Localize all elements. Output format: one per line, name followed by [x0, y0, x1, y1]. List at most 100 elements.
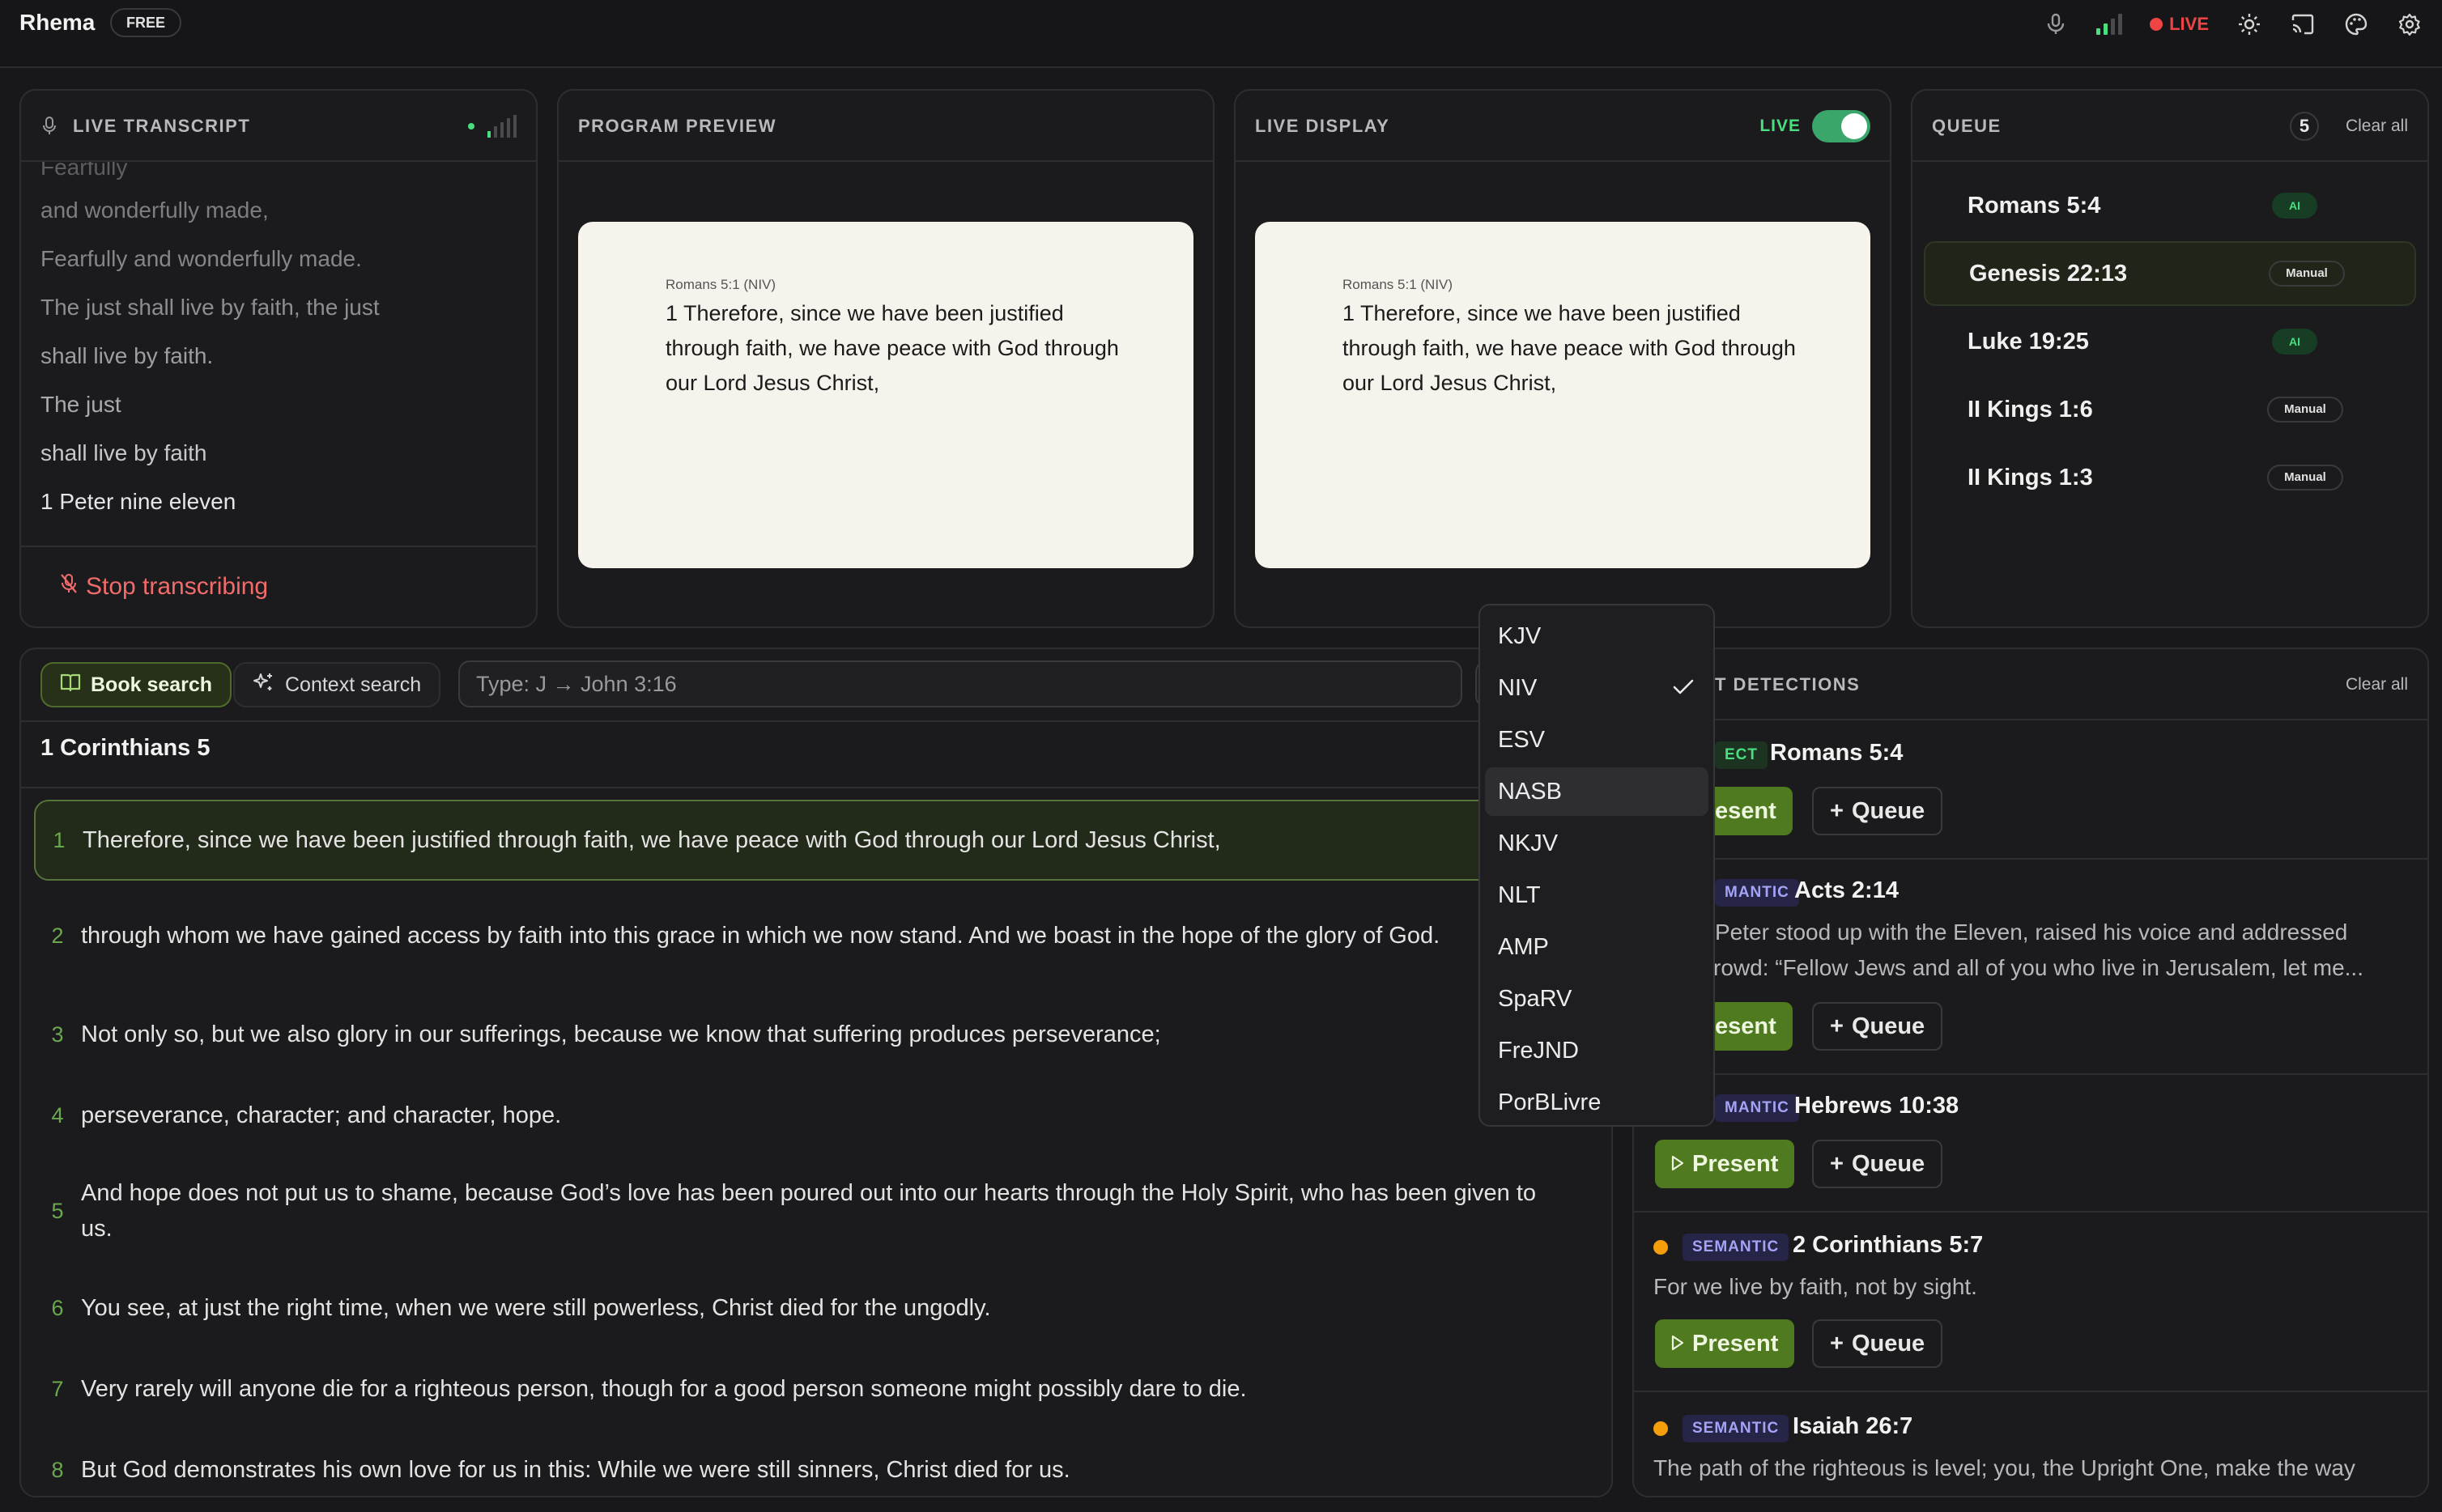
plan-badge: FREE — [110, 8, 182, 37]
transcript-line: shall live by faith — [40, 440, 207, 465]
transcript-line: Fearfully and wonderfully made. — [40, 246, 362, 271]
verse-row[interactable]: 5 And hope does not put us to shame, bec… — [34, 1175, 1572, 1247]
chapter-divider — [21, 787, 1611, 788]
detection-status-dot — [1653, 1240, 1668, 1255]
queue-item[interactable]: Genesis 22:13 Manual — [1924, 241, 2416, 306]
detection-type-badge: MANTIC — [1715, 879, 1799, 907]
present-button[interactable]: Present — [1655, 1140, 1795, 1188]
present-button[interactable]: Present — [1655, 1319, 1795, 1368]
translation-option[interactable]: NASB — [1485, 767, 1708, 816]
detection-text: For we live by faith, not by sight. — [1653, 1274, 1977, 1299]
detections-panel: T DETECTIONS Clear all ECT Romans 5:4 es… — [1632, 648, 2429, 1497]
present-button[interactable]: esent — [1707, 1002, 1793, 1051]
add-to-queue-button[interactable]: + Queue — [1812, 1319, 1943, 1368]
translation-option[interactable]: NLT — [1485, 871, 1708, 920]
detection-card[interactable]: MANTIC Acts 2:14 Peter stood up with the… — [1634, 860, 2427, 1075]
queue-item-ref: II Kings 1:3 — [1968, 465, 2093, 491]
add-to-queue-button[interactable]: + Queue — [1812, 1002, 1943, 1051]
panel-title: LIVE TRANSCRIPT — [73, 116, 251, 136]
verse-number: 2 — [51, 923, 64, 948]
verse-text: Very rarely will anyone die for a righte… — [81, 1376, 1247, 1402]
detection-card[interactable]: SEMANTIC 2 Corinthians 5:7 For we live b… — [1634, 1213, 2427, 1392]
sun-icon[interactable] — [2236, 11, 2262, 37]
queue-clear-all-button[interactable]: Clear all — [2346, 91, 2408, 162]
transcript-line: The just shall live by faith, the just — [40, 295, 380, 320]
verse-row[interactable]: 7 Very rarely will anyone die for a righ… — [34, 1370, 1572, 1408]
detection-type-badge: ECT — [1715, 741, 1768, 769]
verse-number: 4 — [51, 1102, 64, 1128]
verse-row[interactable]: 2 through whom we have gained access by … — [34, 900, 1572, 971]
transcript-line: and wonderfully made, — [40, 197, 269, 223]
verse-row[interactable]: 8 But God demonstrates his own love for … — [34, 1450, 1572, 1489]
live-toggle[interactable] — [1812, 110, 1870, 142]
panel-header: QUEUE 5 Clear all — [1912, 91, 2427, 162]
stop-transcribing-button[interactable]: Stop transcribing — [60, 573, 268, 601]
verse-row[interactable]: 6 You see, at just the right time, when … — [34, 1289, 1572, 1327]
palette-icon[interactable] — [2343, 11, 2369, 37]
verse-text: And hope does not put us to shame, becau… — [81, 1180, 1537, 1242]
translation-option[interactable]: PorBLivre — [1485, 1078, 1708, 1127]
queue-item[interactable]: II Kings 1:3 Manual — [1924, 445, 2416, 510]
preview-slide[interactable]: Romans 5:1 (NIV) 1 Therefore, since we h… — [578, 222, 1193, 568]
transcript-line: Fearfully — [40, 162, 128, 180]
detections-clear-all-button[interactable]: Clear all — [2346, 649, 2408, 720]
verse-text: Not only so, but we also glory in our su… — [81, 1021, 1161, 1047]
translation-option[interactable]: ESV — [1485, 716, 1708, 764]
microphone-icon[interactable] — [2043, 11, 2069, 37]
queue-item-tag: Manual — [2267, 465, 2343, 491]
verse-number: 1 — [53, 827, 66, 852]
gear-icon[interactable] — [2397, 11, 2423, 37]
transcript-line: 1 Peter nine eleven — [40, 489, 236, 514]
detection-card[interactable]: SEMANTIC Isaiah 26:7 The path of the rig… — [1634, 1392, 2427, 1496]
detection-card[interactable]: ECT Romans 5:4 esent + Queue — [1634, 722, 2427, 860]
verse-row[interactable]: 1 Therefore, since we have been justifie… — [34, 800, 1605, 881]
option-label: NLT — [1498, 882, 1541, 908]
translation-option[interactable]: AMP — [1485, 923, 1708, 971]
program-preview-panel: PROGRAM PREVIEW Romans 5:1 (NIV) 1 There… — [557, 89, 1215, 628]
panel-title: LIVE DISPLAY — [1255, 116, 1390, 136]
queue-item-ref: Luke 19:25 — [1968, 329, 2089, 355]
add-to-queue-button[interactable]: + Queue — [1812, 1140, 1943, 1188]
plus-icon: + — [1830, 1013, 1844, 1039]
verse-row[interactable]: 4 perseverance, character; and character… — [34, 1096, 1572, 1135]
detection-type-badge: MANTIC — [1715, 1094, 1799, 1122]
add-to-queue-button[interactable]: + Queue — [1812, 787, 1943, 835]
detection-reference: Isaiah 26:7 — [1793, 1413, 1913, 1439]
live-label: LIVE — [2169, 14, 2209, 34]
verse-text: perseverance, character; and character, … — [81, 1102, 562, 1128]
translation-option[interactable]: NKJV — [1485, 819, 1708, 868]
queue-label: Queue — [1851, 1150, 1925, 1177]
queue-item[interactable]: Romans 5:4 AI — [1924, 173, 2416, 238]
translation-option-selected[interactable]: NIV — [1485, 664, 1708, 712]
live-display-panel: LIVE DISPLAY LIVE Romans 5:1 (NIV) 1 The… — [1234, 89, 1891, 628]
translation-option[interactable]: KJV — [1485, 612, 1708, 660]
top-bar: Rhema FREE LIVE — [0, 0, 2442, 68]
live-indicator[interactable]: LIVE — [2150, 14, 2209, 35]
present-button[interactable]: esent — [1707, 787, 1793, 835]
context-search-button[interactable]: Context search — [233, 662, 441, 707]
search-input[interactable] — [458, 660, 1462, 707]
translation-option[interactable]: FreJND — [1485, 1026, 1708, 1075]
option-label: ESV — [1498, 727, 1546, 753]
translation-option[interactable]: SpaRV — [1485, 975, 1708, 1023]
verse-row[interactable]: 3 Not only so, but we also glory in our … — [34, 1015, 1572, 1054]
panel-header: LIVE TRANSCRIPT — [21, 91, 536, 162]
option-label: NIV — [1498, 675, 1538, 701]
live-slide[interactable]: Romans 5:1 (NIV) 1 Therefore, since we h… — [1255, 222, 1870, 568]
queue-item[interactable]: Luke 19:25 AI — [1924, 309, 2416, 374]
panel-title: T DETECTIONS — [1715, 674, 1861, 694]
verse-number: 3 — [51, 1021, 64, 1047]
queue-item-tag: AI — [2272, 329, 2317, 355]
queue-count-badge: 5 — [2290, 112, 2319, 141]
cast-icon[interactable] — [2290, 11, 2316, 37]
detection-reference: Acts 2:14 — [1794, 877, 1899, 903]
detection-reference: Hebrews 10:38 — [1794, 1093, 1959, 1119]
sparkles-icon — [253, 671, 275, 699]
queue-item-ref: II Kings 1:6 — [1968, 397, 2093, 423]
live-label: LIVE — [1759, 117, 1801, 135]
book-search-button[interactable]: Book search — [40, 662, 232, 707]
detection-card[interactable]: MANTIC Hebrews 10:38 Present + Queue — [1634, 1075, 2427, 1213]
queue-label: Queue — [1851, 797, 1925, 824]
detection-text: The path of the righteous is level; you,… — [1653, 1455, 2355, 1480]
queue-item[interactable]: II Kings 1:6 Manual — [1924, 377, 2416, 442]
